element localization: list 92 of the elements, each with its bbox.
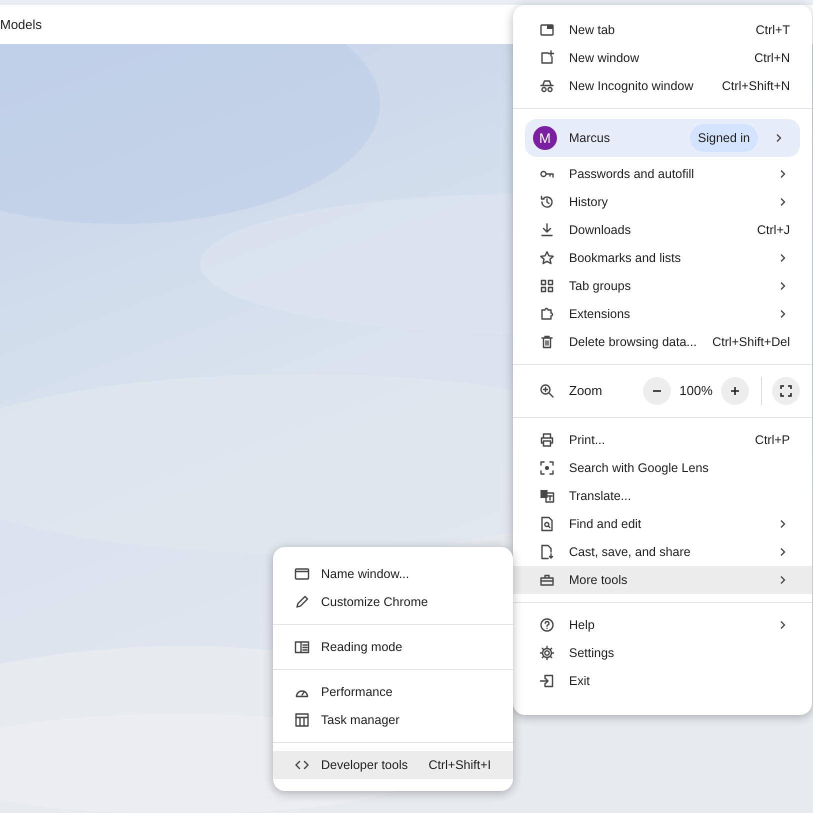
menu-item[interactable]: Find and edit bbox=[513, 510, 812, 538]
menu-item-label: New tab bbox=[569, 22, 616, 39]
menu-item[interactable]: Cast, save, and share bbox=[513, 538, 812, 566]
star-icon bbox=[539, 250, 555, 266]
menu-item-label: Developer tools bbox=[321, 756, 409, 774]
window-icon bbox=[294, 566, 310, 582]
menu-item[interactable]: Help bbox=[513, 611, 812, 639]
translate-icon bbox=[539, 488, 555, 504]
pencil-icon bbox=[294, 594, 310, 610]
menu-item[interactable]: Customize Chrome bbox=[273, 588, 513, 616]
zoom-icon bbox=[539, 383, 555, 399]
help-icon bbox=[539, 617, 555, 633]
incognito-icon bbox=[539, 78, 555, 94]
menu-item-label: More tools bbox=[569, 572, 628, 589]
menu-item-label: History bbox=[569, 194, 609, 211]
menu-item[interactable]: Bookmarks and lists bbox=[513, 244, 812, 272]
menu-item-label: Reading mode bbox=[321, 638, 404, 656]
menu-item-label: Exit bbox=[569, 672, 591, 690]
grid-icon bbox=[539, 278, 555, 294]
menu-item-label: Settings bbox=[569, 644, 616, 662]
menu-item-label: Downloads bbox=[569, 222, 632, 239]
menu-item-label: New Incognito window bbox=[569, 78, 694, 95]
menu-item[interactable]: Reading mode bbox=[273, 633, 513, 661]
menu-item-label: Performance bbox=[321, 684, 394, 701]
camera-search-icon bbox=[539, 460, 555, 476]
menu-item[interactable]: Print... Ctrl+P bbox=[513, 426, 812, 454]
menu-item[interactable]: Settings bbox=[513, 639, 812, 667]
menu-item-label: Task manager bbox=[321, 712, 401, 729]
profile-name: Marcus bbox=[569, 130, 611, 147]
menu-item-label: Extensions bbox=[569, 306, 632, 323]
avatar: M bbox=[533, 126, 557, 150]
menu-item[interactable]: Delete browsing data... Ctrl+Shift+Del bbox=[513, 328, 812, 356]
menu-item[interactable]: Name window... bbox=[273, 560, 513, 588]
book-icon bbox=[294, 639, 310, 655]
settings-icon bbox=[539, 645, 555, 661]
menu-item-label: Customize Chrome bbox=[321, 594, 429, 611]
zoom-out-button[interactable] bbox=[643, 377, 671, 405]
menu-item-label: Find and edit bbox=[569, 516, 642, 533]
signed-in-badge: Signed in bbox=[690, 124, 758, 152]
menu-item-label: Search with Google Lens bbox=[569, 460, 710, 477]
menu-item[interactable]: Task manager bbox=[273, 706, 513, 734]
menu-item-label: Bookmarks and lists bbox=[569, 250, 682, 267]
menu-item-label: Tab groups bbox=[569, 278, 632, 295]
menu-item-label: New window bbox=[569, 50, 640, 67]
menu-item-label: Name window... bbox=[321, 566, 410, 583]
menu-item[interactable]: Tab groups bbox=[513, 272, 812, 300]
menu-item[interactable]: Exit bbox=[513, 667, 812, 695]
menu-item[interactable]: History bbox=[513, 188, 812, 216]
new-tab-icon bbox=[539, 22, 555, 38]
zoom-level: 100% bbox=[678, 382, 714, 400]
menu-item[interactable]: New tab Ctrl+T bbox=[513, 16, 812, 44]
menu-item-label: Passwords and autofill bbox=[569, 166, 696, 183]
menu-item[interactable]: Developer tools Ctrl+Shift+I bbox=[273, 751, 513, 779]
menu-item-label: Cast, save, and share bbox=[569, 544, 692, 561]
find-in-page-icon bbox=[539, 516, 555, 532]
trash-icon bbox=[539, 334, 555, 350]
menu-item[interactable]: Search with Google Lens bbox=[513, 454, 812, 482]
zoom-label: Zoom bbox=[569, 382, 604, 400]
shortcut-text: Ctrl+Shift+N bbox=[722, 78, 790, 95]
menu-item[interactable]: Performance bbox=[273, 678, 513, 706]
menu-item[interactable]: New window Ctrl+N bbox=[513, 44, 812, 72]
menu-item[interactable]: Translate... bbox=[513, 482, 812, 510]
menu-item[interactable]: Passwords and autofill bbox=[513, 160, 812, 188]
shortcut-text: Ctrl+P bbox=[754, 432, 790, 449]
profile-menu-item[interactable]: M Marcus Signed in bbox=[525, 119, 800, 157]
menu-item[interactable]: More tools bbox=[513, 566, 812, 594]
history-icon bbox=[539, 194, 555, 210]
puzzle-piece-icon bbox=[539, 306, 555, 322]
printer-icon bbox=[539, 432, 555, 448]
file-download-icon bbox=[539, 544, 555, 560]
shortcut-text: Ctrl+Shift+I bbox=[428, 756, 491, 774]
shortcut-text: Ctrl+Shift+Del bbox=[712, 334, 790, 351]
fullscreen-button[interactable] bbox=[772, 377, 800, 405]
menu-item[interactable]: Extensions bbox=[513, 300, 812, 328]
fullscreen-icon bbox=[780, 385, 792, 397]
shortcut-text: Ctrl+J bbox=[757, 222, 790, 239]
shortcut-text: Ctrl+N bbox=[754, 50, 790, 67]
shortcut-text: Ctrl+T bbox=[756, 22, 790, 39]
menu-item[interactable]: Downloads Ctrl+J bbox=[513, 216, 812, 244]
zoom-in-button[interactable] bbox=[721, 377, 749, 405]
menu-item-label: Print... bbox=[569, 432, 606, 449]
new-window-icon bbox=[539, 50, 555, 66]
toolbox-icon bbox=[539, 572, 555, 588]
menu-item-label: Help bbox=[569, 616, 596, 634]
menu-item-label: Translate... bbox=[569, 488, 632, 505]
menu-item[interactable]: New Incognito window Ctrl+Shift+N bbox=[513, 72, 812, 100]
download-icon bbox=[539, 222, 555, 238]
menu-item-label: Delete browsing data... bbox=[569, 334, 698, 351]
table-icon bbox=[294, 712, 310, 728]
exit-icon bbox=[539, 673, 555, 689]
tab-title: Models bbox=[0, 16, 42, 34]
plus-icon bbox=[730, 386, 740, 396]
